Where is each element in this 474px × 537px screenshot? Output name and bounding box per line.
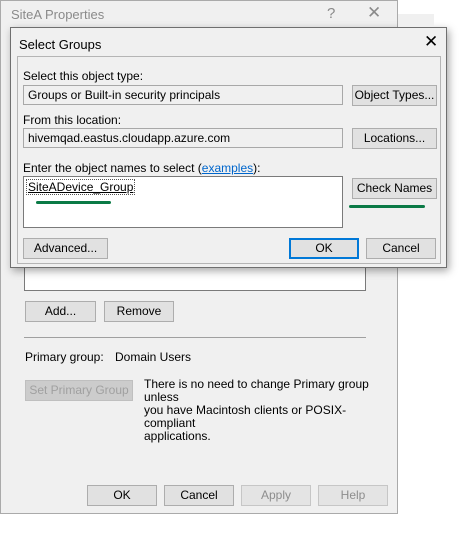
- remove-button[interactable]: Remove: [104, 301, 174, 322]
- separator: [24, 337, 366, 338]
- object-type-label: Select this object type:: [23, 69, 144, 83]
- object-type-field: Groups or Built-in security principals: [23, 85, 343, 105]
- location-field: hivemqad.eastus.cloudapp.azure.com: [23, 128, 343, 148]
- close-icon[interactable]: ✕: [424, 33, 438, 51]
- primary-group-info: There is no need to change Primary group…: [144, 378, 384, 443]
- add-button[interactable]: Add...: [25, 301, 96, 322]
- info-line: There is no need to change Primary group…: [144, 377, 369, 404]
- enter-names-label-suffix: ):: [253, 161, 261, 175]
- properties-window-title: SiteA Properties: [11, 7, 105, 22]
- examples-link[interactable]: examples: [202, 161, 253, 175]
- primary-group-label: Primary group:: [25, 350, 104, 364]
- apply-button[interactable]: Apply: [241, 485, 311, 506]
- object-types-button[interactable]: Object Types...: [352, 85, 437, 106]
- annotation-underline: [36, 201, 111, 204]
- annotation-underline: [349, 205, 425, 208]
- info-line: applications.: [144, 429, 211, 443]
- check-names-button[interactable]: Check Names: [352, 178, 437, 199]
- advanced-button[interactable]: Advanced...: [23, 238, 108, 259]
- primary-group-value: Domain Users: [115, 350, 192, 364]
- dialog-ok-button[interactable]: OK: [289, 238, 359, 259]
- properties-cancel-button[interactable]: Cancel: [164, 485, 234, 506]
- close-icon[interactable]: ✕: [367, 4, 381, 21]
- location-label: From this location:: [23, 113, 122, 127]
- help-icon[interactable]: ?: [327, 6, 335, 22]
- object-names-value: SiteADevice_Group: [26, 179, 136, 195]
- background-window-edge: [398, 14, 434, 27]
- dialog-title: Select Groups: [19, 37, 102, 52]
- info-line: you have Macintosh clients or POSIX-comp…: [144, 403, 347, 430]
- dialog-cancel-button[interactable]: Cancel: [366, 238, 436, 259]
- enter-names-label: Enter the object names to select (exampl…: [23, 161, 260, 175]
- set-primary-group-button[interactable]: Set Primary Group: [25, 380, 133, 401]
- properties-ok-button[interactable]: OK: [87, 485, 157, 506]
- locations-button[interactable]: Locations...: [352, 128, 437, 149]
- help-button[interactable]: Help: [318, 485, 388, 506]
- select-groups-dialog: Select Groups ✕ Select this object type:…: [10, 27, 447, 268]
- enter-names-label-prefix: Enter the object names to select (: [23, 161, 202, 175]
